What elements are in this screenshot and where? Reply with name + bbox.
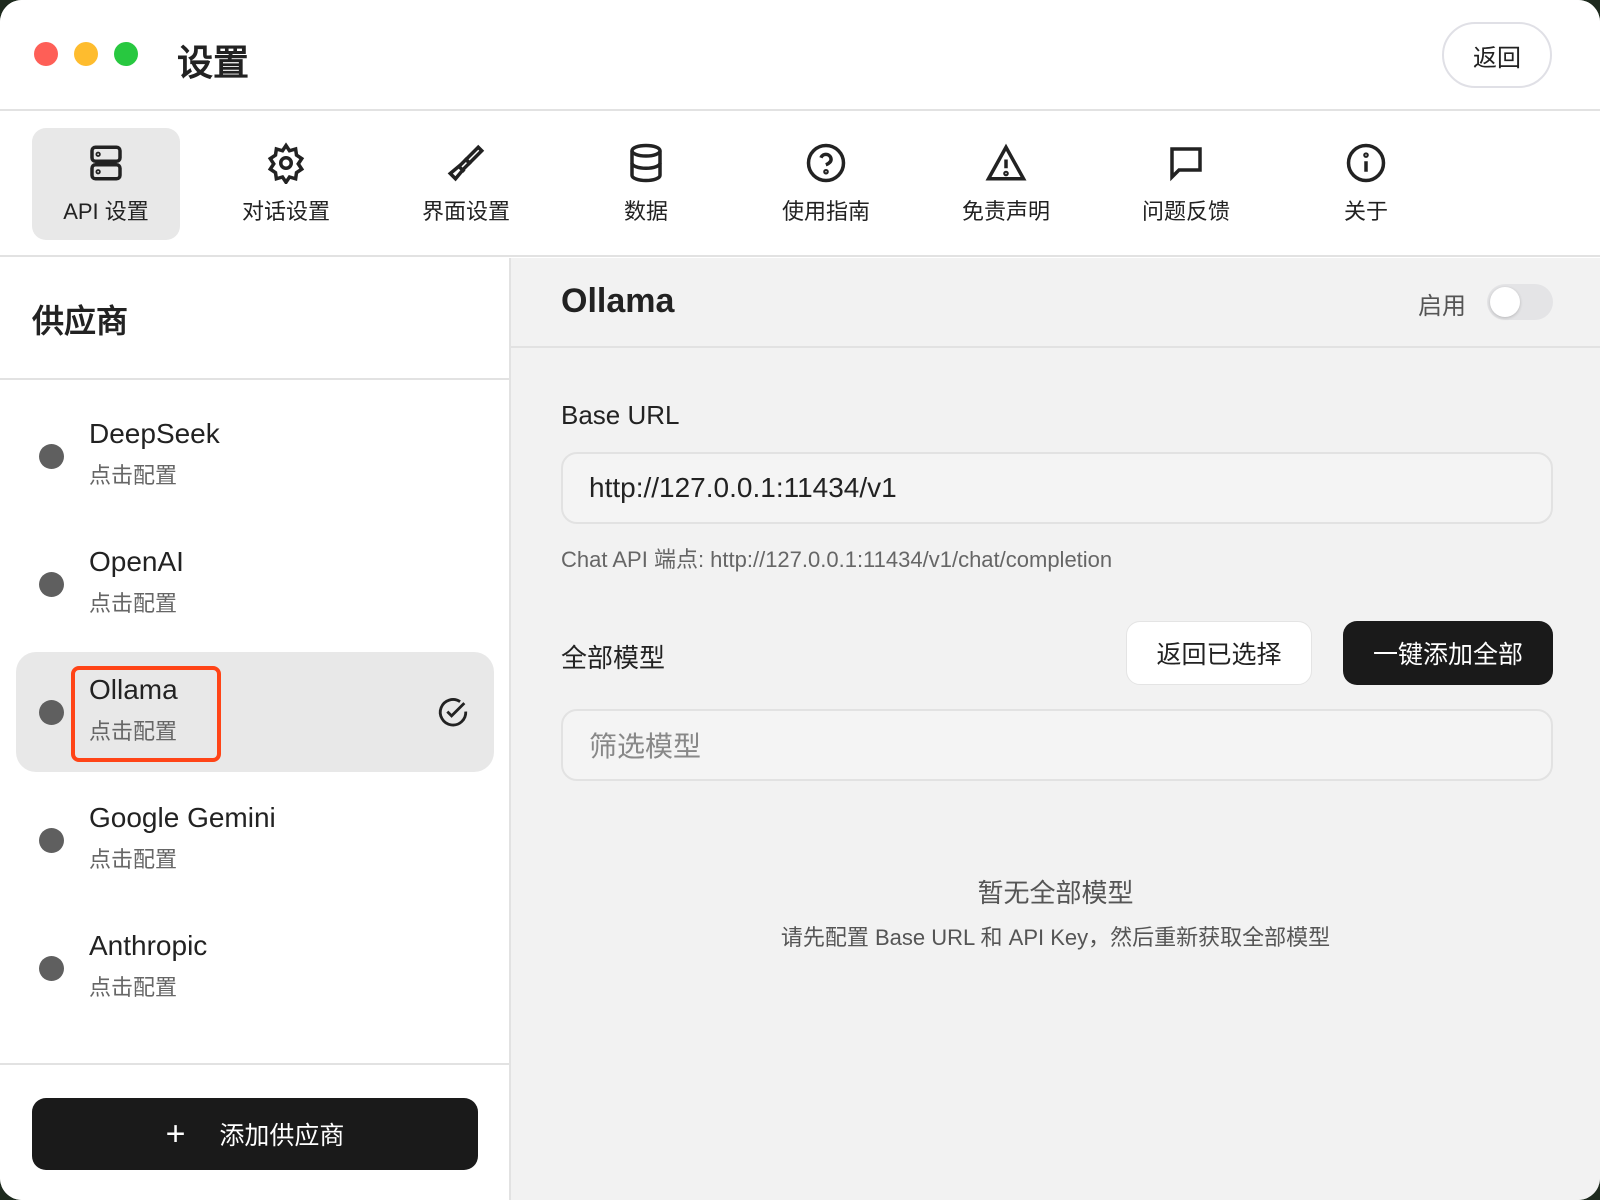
empty-state-title: 暂无全部模型 (977, 878, 1134, 908)
tab-label: API 设置 (63, 199, 149, 224)
tab-api-settings[interactable]: API 设置 (32, 128, 180, 240)
tab-label: 界面设置 (421, 199, 510, 224)
provider-status: 点击配置 (89, 975, 178, 1000)
add-provider-button[interactable]: + 添加供应商 (32, 1098, 478, 1170)
tab-label: 数据 (623, 199, 668, 224)
tab-label: 对话设置 (241, 199, 330, 224)
database-icon (630, 143, 662, 183)
paintbrush-icon (447, 144, 485, 182)
provider-sidebar: 供应商 DeepSeek 点击配置 OpenAI 点击配置 Ollama 点击配… (0, 258, 511, 1200)
provider-name: DeepSeek (89, 418, 220, 449)
info-icon (1346, 143, 1386, 183)
provider-title: Ollama (561, 282, 675, 320)
tab-disclaimer[interactable]: 免责声明 (932, 128, 1080, 240)
server-icon (90, 145, 122, 181)
tab-about[interactable]: 关于 (1292, 128, 1440, 240)
tab-label: 免责声明 (961, 199, 1050, 224)
tab-data[interactable]: 数据 (572, 128, 720, 240)
close-window-button[interactable] (34, 42, 58, 66)
page-title: 设置 (177, 42, 250, 83)
provider-item-openai[interactable]: OpenAI 点击配置 (16, 524, 494, 644)
tab-feedback[interactable]: 问题反馈 (1112, 128, 1260, 240)
message-icon (1170, 147, 1202, 182)
detail-header: Ollama 启用 (511, 258, 1600, 348)
status-dot (39, 828, 64, 853)
enable-toggle[interactable] (1487, 284, 1553, 320)
settings-tabs: API 设置 对话设置 界面设置 数据 使用指南 免责声明 问题反馈 关于 (0, 111, 1600, 257)
provider-item-anthropic[interactable]: Anthropic 点击配置 (16, 908, 494, 1028)
provider-status: 点击配置 (89, 463, 178, 488)
base-url-input[interactable]: http://127.0.0.1:11434/v1 (561, 452, 1553, 524)
warning-icon (985, 143, 1027, 181)
provider-item-deepseek[interactable]: DeepSeek 点击配置 (16, 396, 494, 516)
title-bar: 设置 返回 (0, 0, 1600, 111)
back-to-selected-button[interactable]: 返回已选择 (1126, 621, 1312, 685)
tab-ui-settings[interactable]: 界面设置 (392, 128, 540, 240)
models-label: 全部模型 (561, 643, 666, 673)
tab-label: 关于 (1343, 199, 1388, 224)
tab-chat-settings[interactable]: 对话设置 (212, 128, 360, 240)
plus-icon: + (165, 1114, 186, 1153)
toggle-knob (1490, 287, 1520, 317)
provider-item-ollama[interactable]: Ollama 点击配置 (16, 652, 494, 772)
add-provider-label: 添加供应商 (219, 1122, 345, 1150)
tab-guide[interactable]: 使用指南 (752, 128, 900, 240)
status-dot (39, 700, 64, 725)
empty-state-description: 请先配置 Base URL 和 API Key，然后重新获取全部模型 (780, 925, 1331, 950)
provider-status: 点击配置 (89, 591, 178, 616)
sidebar-footer: + 添加供应商 (0, 1063, 509, 1200)
gear-icon (267, 142, 305, 184)
provider-name: Google Gemini (89, 802, 276, 833)
tab-label: 问题反馈 (1141, 199, 1230, 224)
filter-models-input[interactable]: 筛选模型 (561, 709, 1553, 781)
maximize-window-button[interactable] (114, 42, 138, 66)
tab-label: 使用指南 (781, 199, 870, 224)
minimize-window-button[interactable] (74, 42, 98, 66)
provider-item-google-gemini[interactable]: Google Gemini 点击配置 (16, 780, 494, 900)
back-button[interactable]: 返回 (1442, 22, 1552, 88)
add-all-models-button[interactable]: 一键添加全部 (1343, 621, 1553, 685)
status-dot (39, 956, 64, 981)
endpoint-hint: Chat API 端点: http://127.0.0.1:11434/v1/c… (561, 547, 1113, 572)
provider-name: Anthropic (89, 930, 208, 961)
help-circle-icon (806, 143, 846, 183)
sidebar-title: 供应商 (0, 258, 509, 380)
base-url-label: Base URL (561, 400, 680, 430)
check-circle-icon (438, 698, 468, 727)
provider-name: OpenAI (89, 546, 184, 577)
provider-detail: Ollama 启用 Base URL http://127.0.0.1:1143… (511, 258, 1600, 1200)
status-dot (39, 444, 64, 469)
enable-label: 启用 (1418, 293, 1466, 320)
provider-status: 点击配置 (89, 847, 178, 872)
settings-window: 设置 返回 API 设置 对话设置 界面设置 数据 使用指南 免责声明 问题反馈… (0, 0, 1600, 1200)
highlight-box (71, 666, 221, 762)
status-dot (39, 572, 64, 597)
